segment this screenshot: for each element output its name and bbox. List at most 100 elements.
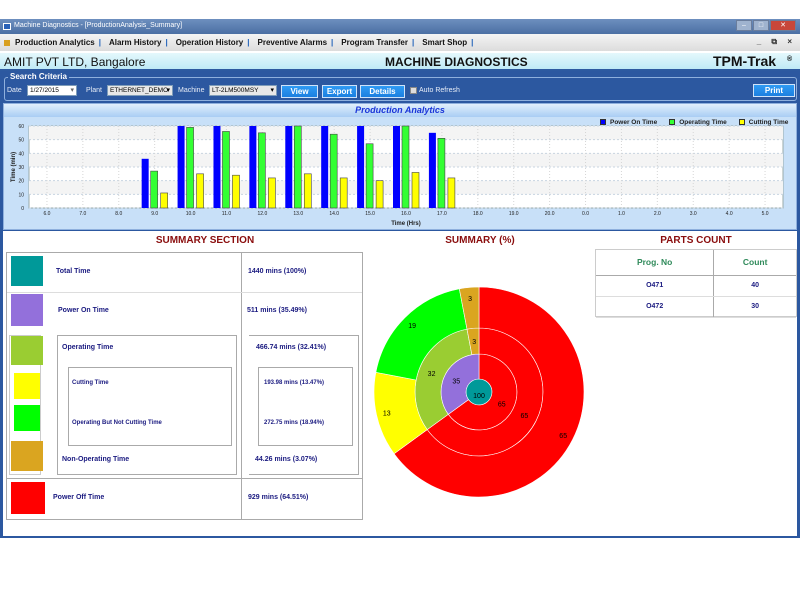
summary-label: Total Time	[56, 268, 91, 275]
x-tick-label: 0.0	[582, 211, 589, 217]
summary-sunburst-chart: 100 65 35 65 32 3 65 13 19 3	[373, 286, 585, 498]
bar-operating-time	[293, 125, 302, 209]
count-cell: 40	[713, 275, 796, 297]
bar-cutting-time	[268, 177, 276, 209]
y-tick-label: 30	[18, 165, 24, 171]
bar-cutting-time	[160, 192, 168, 209]
bar-power-on-time	[213, 126, 221, 208]
x-tick-label: 12.0	[258, 211, 268, 217]
x-tick-label: 15.0	[365, 211, 375, 217]
color-swatch	[11, 441, 43, 471]
bar-cutting-time	[303, 173, 312, 209]
x-tick-label: 20.0	[545, 211, 555, 217]
summary-label: Cutting Time	[72, 380, 109, 386]
summary-value: 193.98 mins (13.47%)	[264, 380, 325, 386]
production-bar-chart: 0 10 20 30 40 50 60 6.0 7.0 8.0 9.0 10.0 11.0 12.0 13.…	[11, 124, 784, 227]
bar-cutting-time	[196, 173, 204, 209]
x-tick-label: 17.0	[437, 211, 447, 217]
bar-operating-time	[222, 131, 230, 209]
y-tick-label: 50	[18, 138, 24, 144]
x-tick-label: 18.0	[473, 211, 483, 217]
sunburst-label: 13	[383, 411, 391, 418]
summary-section-title: SUMMARY SECTION	[155, 235, 255, 246]
bar-cutting-time	[232, 174, 240, 209]
y-tick-label: 40	[18, 151, 24, 157]
count-cell: 30	[713, 296, 796, 318]
bar-operating-time	[365, 143, 374, 209]
table-row: O472 30	[596, 296, 796, 318]
summary-label: Power Off Time	[53, 494, 105, 501]
sunburst-label: 100	[473, 393, 485, 400]
x-tick-label: 19.0	[509, 211, 519, 217]
sunburst-label: 3	[472, 339, 476, 346]
bar-operating-time	[437, 138, 446, 209]
y-axis-label: Time (min)	[11, 152, 17, 182]
table-row: O471 40	[596, 275, 796, 297]
x-tick-label: 13.0	[293, 211, 303, 217]
parts-count-table: Prog. No Count O471 40 O472 30	[595, 249, 797, 318]
bar-power-on-time	[428, 132, 436, 208]
color-swatch	[11, 294, 43, 326]
x-tick-label: 16.0	[401, 211, 411, 217]
x-tick-label: 2.0	[654, 211, 661, 217]
x-tick-label: 1.0	[618, 211, 625, 217]
bar-cutting-time	[339, 177, 348, 209]
sunburst-label: 19	[408, 323, 416, 330]
bar-operating-time	[150, 170, 158, 209]
x-tick-label: 6.0	[43, 211, 50, 217]
sunburst-label: 65	[498, 402, 506, 409]
x-tick-label: 3.0	[690, 211, 697, 217]
color-swatch	[14, 373, 40, 399]
y-tick-label: 60	[18, 124, 24, 130]
summary-value: 44.26 mins (3.07%)	[255, 456, 318, 463]
x-tick-label: 14.0	[329, 211, 339, 217]
bar-power-on-time	[141, 158, 149, 208]
y-tick-label: 10	[18, 192, 24, 198]
bar-operating-time	[401, 125, 410, 209]
bar-cutting-time	[411, 172, 420, 209]
header-count: Count	[713, 250, 796, 276]
bar-cutting-time	[375, 180, 384, 209]
x-axis-label: Time (Hrs)	[391, 221, 421, 227]
x-tick-label: 5.0	[762, 211, 769, 217]
sunburst-label: 32	[428, 371, 436, 378]
prog-no-cell: O472	[596, 296, 715, 318]
summary-label: Non-Operating Time	[62, 456, 130, 463]
parts-count-title: PARTS COUNT	[660, 235, 732, 246]
x-tick-label: 9.0	[151, 211, 158, 217]
x-tick-label: 10.0	[186, 211, 196, 217]
color-swatch	[11, 336, 43, 365]
summary-table	[6, 252, 363, 520]
bar-power-on-time	[393, 126, 400, 208]
sunburst-label: 65	[521, 413, 529, 420]
summary-label: Power On Time	[58, 307, 109, 314]
bar-operating-time	[186, 127, 194, 209]
color-swatch	[11, 482, 45, 514]
sunburst-label: 65	[559, 433, 567, 440]
prog-no-cell: O471	[596, 275, 715, 297]
summary-value: 511 mins (35.49%)	[247, 307, 307, 314]
color-swatch	[11, 256, 43, 286]
summary-value: 1440 mins (100%)	[248, 268, 307, 275]
y-tick-label: 20	[18, 179, 24, 185]
x-tick-label: 7.0	[79, 211, 86, 217]
bar-operating-time	[258, 132, 266, 209]
bar-operating-time	[329, 133, 338, 209]
x-tick-label: 11.0	[222, 211, 232, 217]
bar-power-on-time	[357, 126, 365, 208]
x-tick-label: 8.0	[115, 211, 122, 217]
bar-power-on-time	[249, 126, 257, 208]
bar-power-on-time	[177, 126, 185, 208]
summary-label: Operating But Not Cutting Time	[72, 420, 162, 426]
color-swatch	[14, 405, 40, 431]
sunburst-label: 3	[468, 296, 472, 303]
summary-value: 466.74 mins (32.41%)	[256, 344, 327, 351]
bar-cutting-time	[447, 177, 456, 209]
bar-power-on-time	[321, 126, 329, 208]
summary-chart-title: SUMMARY (%)	[445, 235, 515, 246]
bar-power-on-time	[285, 126, 293, 208]
sunburst-label: 35	[452, 378, 460, 385]
summary-label: Operating Time	[62, 344, 114, 351]
y-tick-label: 0	[21, 206, 24, 212]
x-tick-label: 4.0	[726, 211, 733, 217]
